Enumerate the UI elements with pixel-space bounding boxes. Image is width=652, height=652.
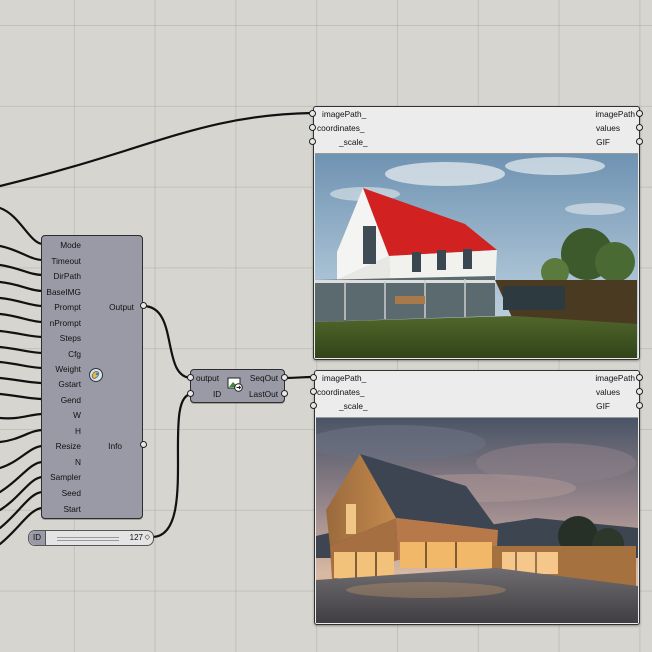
input-pin-w[interactable]: W xyxy=(42,410,81,420)
wire-mode xyxy=(0,206,45,246)
slider-track[interactable] xyxy=(57,537,119,541)
input-pin-mode[interactable]: Mode xyxy=(42,240,81,250)
input-pin-prompt[interactable]: Prompt xyxy=(42,302,81,312)
viewer2-input-scale[interactable]: _scale_ xyxy=(339,401,368,411)
info-grip[interactable] xyxy=(140,441,147,448)
input-pin-gstart[interactable]: Gstart xyxy=(42,379,81,389)
input-pin-gend[interactable]: Gend xyxy=(42,395,81,405)
viewer1-output-values[interactable]: values xyxy=(596,123,620,133)
viewer1-input-scale[interactable]: _scale_ xyxy=(339,137,368,147)
seq-grip-in2[interactable] xyxy=(187,390,194,397)
v1-grip-in2[interactable] xyxy=(309,124,316,131)
viewer2-output-imagepath[interactable]: imagePath xyxy=(595,373,635,383)
output-pin-info[interactable]: Info xyxy=(94,441,122,451)
slider-label: ID xyxy=(29,531,46,545)
wire-seq-to-viewer2 xyxy=(282,375,315,380)
viewer1-output-gif[interactable]: GIF xyxy=(596,137,610,147)
input-pin-nprompt[interactable]: nPrompt xyxy=(42,318,81,328)
ai-render-icon xyxy=(88,367,104,388)
seq-input-output[interactable]: output xyxy=(196,373,219,383)
wire-prompt xyxy=(0,296,45,308)
input-pin-n[interactable]: N xyxy=(42,457,81,467)
wire-steps xyxy=(0,329,45,339)
viewer2-input-coordinates[interactable]: coordinates_ xyxy=(317,387,365,397)
wire-top-to-viewer1 xyxy=(0,111,314,188)
wire-timeout xyxy=(0,244,45,262)
input-pin-weight[interactable]: Weight xyxy=(42,364,81,374)
viewer1-output-imagepath[interactable]: imagePath xyxy=(595,109,635,119)
output-grip[interactable] xyxy=(140,302,147,309)
slider-value: 127 xyxy=(129,533,143,542)
input-pin-dirpath[interactable]: DirPath xyxy=(42,271,81,281)
input-pin-sampler[interactable]: Sampler xyxy=(42,472,81,482)
output-pin-output[interactable]: Output xyxy=(94,302,134,312)
image-sequence-component[interactable]: output ID SeqOut LastOut xyxy=(190,369,285,403)
white-house-red-roof-render xyxy=(315,153,638,358)
wire-resize xyxy=(0,444,45,470)
wire-gstart xyxy=(0,376,45,385)
wire-baseimg xyxy=(0,280,45,293)
viewer1-input-coordinates[interactable]: coordinates_ xyxy=(317,123,365,133)
wire-w xyxy=(0,412,45,420)
v2-grip-out3[interactable] xyxy=(636,402,643,409)
input-pin-resize[interactable]: Resize xyxy=(42,441,81,451)
slider-diamond-icon[interactable]: ◇ xyxy=(145,531,150,545)
viewer2-input-imagepath[interactable]: imagePath_ xyxy=(322,373,366,383)
input-pin-baseimg[interactable]: BaseIMG xyxy=(42,287,81,297)
seq-output-lastout[interactable]: LastOut xyxy=(241,389,278,399)
wire-slider-to-seq xyxy=(150,392,194,539)
id-number-slider[interactable]: ID 127 ◇ xyxy=(28,530,154,546)
input-pin-seed[interactable]: Seed xyxy=(42,488,81,498)
seq-grip-out1[interactable] xyxy=(281,374,288,381)
wire-nprompt xyxy=(0,312,45,324)
v1-grip-in1[interactable] xyxy=(309,110,316,117)
wire-cfg xyxy=(0,345,45,355)
seq-grip-out2[interactable] xyxy=(281,390,288,397)
v1-grip-in3[interactable] xyxy=(309,138,316,145)
wire-output-to-seq xyxy=(141,304,194,380)
v2-grip-out2[interactable] xyxy=(636,388,643,395)
wire-gend xyxy=(0,392,45,401)
image-viewer-2[interactable]: imagePath_ coordinates_ _scale_ imagePat… xyxy=(314,370,640,625)
seq-grip-in1[interactable] xyxy=(187,374,194,381)
timber-house-dusk-render xyxy=(316,417,638,623)
viewer1-input-imagepath[interactable]: imagePath_ xyxy=(322,109,366,119)
input-pin-start[interactable]: Start xyxy=(42,504,81,514)
input-pin-timeout[interactable]: Timeout xyxy=(42,256,81,266)
v2-grip-out1[interactable] xyxy=(636,374,643,381)
v1-grip-out2[interactable] xyxy=(636,124,643,131)
seq-output-seqout[interactable]: SeqOut xyxy=(246,373,278,383)
viewer2-output-gif[interactable]: GIF xyxy=(596,401,610,411)
v2-grip-in2[interactable] xyxy=(310,388,317,395)
wire-h xyxy=(0,428,45,444)
image-viewer-1[interactable]: imagePath_ coordinates_ _scale_ imagePat… xyxy=(313,106,640,360)
wire-dirpath xyxy=(0,263,45,277)
v1-grip-out1[interactable] xyxy=(636,110,643,117)
input-pin-h[interactable]: H xyxy=(42,426,81,436)
input-pin-cfg[interactable]: Cfg xyxy=(42,349,81,359)
wire-weight xyxy=(0,360,45,370)
seq-input-id[interactable]: ID xyxy=(213,389,221,399)
input-pin-steps[interactable]: Steps xyxy=(42,333,81,343)
v1-grip-out3[interactable] xyxy=(636,138,643,145)
ai-render-component[interactable]: Mode Timeout DirPath BaseIMG Prompt nPrompt St… xyxy=(41,235,143,519)
v2-grip-in1[interactable] xyxy=(310,374,317,381)
v2-grip-in3[interactable] xyxy=(310,402,317,409)
viewer2-output-values[interactable]: values xyxy=(596,387,620,397)
